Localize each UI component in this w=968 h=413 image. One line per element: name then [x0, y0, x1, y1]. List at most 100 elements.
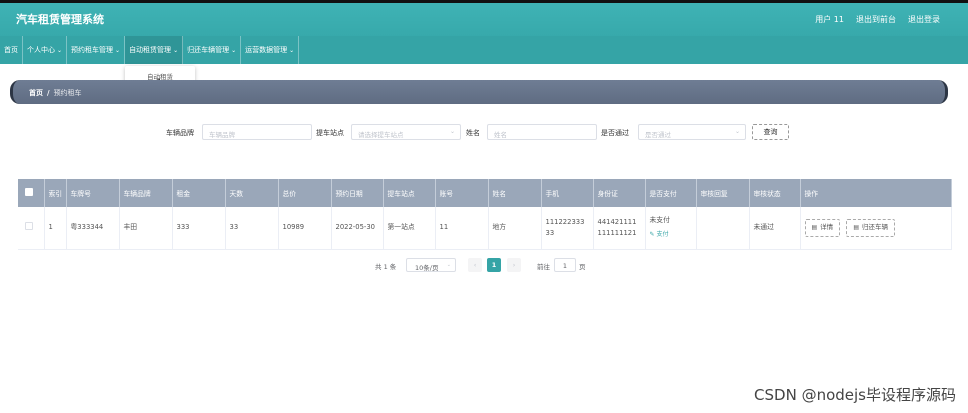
chevron-left-icon: ‹ — [473, 261, 477, 269]
name-placeholder: 姓名 — [494, 131, 507, 139]
column-header: 索引 — [44, 179, 67, 207]
cell-plate: 粤333344 — [66, 207, 120, 250]
approved-label: 是否通过 — [601, 129, 629, 137]
cell-paid: 未支付 ✎ 支付 — [645, 207, 697, 250]
cell-date: 2022-05-30 — [331, 207, 384, 250]
return-car-button[interactable]: ▤ 归还车辆 — [846, 218, 896, 237]
detail-button-label: 详情 — [820, 223, 834, 232]
column-header: 车牌号 — [66, 179, 120, 207]
logout-link[interactable]: 退出登录 — [908, 14, 940, 25]
chevron-down-icon: ⌄ — [173, 46, 179, 54]
page-size-select[interactable]: 10条/页 ⌄ — [406, 258, 456, 272]
row-select-cell — [18, 207, 45, 250]
name-input[interactable]: 姓名 — [487, 124, 597, 140]
breadcrumb-current: 预约租车 — [53, 89, 82, 97]
cell-id-card: 441421111 111111121 — [593, 207, 646, 250]
pagination-total: 共 1 条 — [375, 263, 397, 271]
nav-item-label: 个人中心 — [27, 46, 55, 54]
cell-brand: 丰田 — [119, 207, 173, 250]
page-suffix: 页 — [579, 263, 586, 271]
column-header: 姓名 — [488, 179, 542, 207]
prev-page-button[interactable]: ‹ — [468, 258, 482, 272]
row-checkbox[interactable] — [25, 221, 33, 230]
query-button[interactable]: 查询 — [752, 124, 789, 140]
breadcrumb-separator: / — [47, 89, 50, 97]
table-header-row: 索引 车牌号 车辆品牌 租金 天数 总价 预约日期 提车站点 账号 姓名 手机 … — [18, 179, 952, 207]
cell-actions: ▤ 详情 ▤ 归还车辆 — [800, 207, 952, 250]
pay-link[interactable]: ✎ 支付 — [650, 229, 696, 240]
nav-item-personal-center[interactable]: 个人中心 ⌄ — [23, 36, 68, 64]
select-all-checkbox[interactable] — [25, 188, 33, 196]
pay-link-label: 支付 — [656, 231, 669, 239]
cell-days: 33 — [225, 207, 279, 250]
approved-placeholder: 是否通过 — [645, 131, 671, 139]
station-label: 提车站点 — [316, 129, 344, 137]
phone-line-2: 33 — [545, 228, 555, 237]
column-header: 身份证 — [593, 179, 646, 207]
id-line-2: 111111121 — [597, 228, 637, 237]
column-header: 账号 — [435, 179, 489, 207]
column-header: 总价 — [278, 179, 332, 207]
chevron-down-icon: ⌄ — [289, 46, 295, 54]
nav-item-reservation[interactable]: 预约租车管理 ⌄ — [67, 36, 126, 64]
breadcrumb-home[interactable]: 首页 — [29, 89, 43, 97]
cell-station: 第一站点 — [383, 207, 436, 250]
brand-label: 车辆品牌 — [166, 129, 194, 137]
cell-total: 10989 — [278, 207, 332, 250]
cell-phone: 111222333 33 — [541, 207, 594, 250]
chevron-down-icon: ⌄ — [231, 46, 237, 54]
reservation-table: 索引 车牌号 车辆品牌 租金 天数 总价 预约日期 提车站点 账号 姓名 手机 … — [18, 179, 952, 250]
column-header: 审核回复 — [696, 179, 750, 207]
breadcrumb: 首页 / 预约租车 — [29, 88, 82, 98]
nav-item-auto-rental[interactable]: 自动租赁管理 ⌄ — [125, 36, 184, 64]
cell-reply — [696, 207, 750, 250]
chevron-down-icon: ⌄ — [449, 128, 455, 135]
column-header: 车辆品牌 — [119, 179, 173, 207]
nav-item-label: 预约租车管理 — [71, 46, 114, 54]
next-page-button[interactable]: › — [507, 258, 521, 272]
nav-item-home[interactable]: 首页 — [0, 36, 23, 64]
station-select[interactable]: 请选择提车站点 ⌄ — [351, 124, 461, 140]
phone-line-1: 111222333 — [545, 217, 585, 226]
nav-item-label: 运营数据管理 — [245, 46, 288, 54]
nav-item-label: 自动租赁管理 — [129, 46, 172, 54]
id-line-1: 441421111 — [597, 217, 637, 226]
main-nav: 首页 个人中心 ⌄ 预约租车管理 ⌄ 自动租赁管理 ⌄ 归还车辆管理 ⌄ 运营数据管理 ⌄ — [0, 36, 968, 64]
select-all-cell — [18, 179, 45, 207]
nav-item-operations[interactable]: 运营数据管理 ⌄ — [241, 36, 300, 64]
query-button-label: 查询 — [763, 128, 778, 136]
nav-item-label: 首页 — [4, 46, 18, 54]
top-header: 汽车租赁管理系统 用户 11 退出到前台 退出登录 — [0, 0, 968, 36]
cell-name: 地方 — [488, 207, 542, 250]
chevron-down-icon: ⌄ — [115, 46, 121, 54]
column-header: 预约日期 — [331, 179, 384, 207]
goto-page-input[interactable]: 1 — [554, 258, 576, 272]
chevron-down-icon: ⌄ — [734, 128, 740, 135]
brand-input[interactable]: 车辆品牌 — [202, 124, 312, 140]
search-form: 车辆品牌 车辆品牌 提车站点 请选择提车站点 ⌄ 姓名 姓名 是否通过 是否通过 ⌄ — [0, 124, 968, 140]
brand-placeholder: 车辆品牌 — [209, 131, 235, 139]
chevron-right-icon: › — [512, 261, 516, 269]
chevron-down-icon: ⌄ — [446, 262, 451, 268]
column-header: 操作 — [800, 179, 952, 207]
goto-label: 前往 — [537, 263, 550, 271]
current-user: 用户 11 — [815, 15, 844, 24]
chevron-down-icon: ⌄ — [57, 46, 63, 54]
return-button-label: 归还车辆 — [862, 223, 889, 232]
column-header: 提车站点 — [383, 179, 436, 207]
cell-account: 11 — [435, 207, 489, 250]
approved-select[interactable]: 是否通过 ⌄ — [638, 124, 746, 140]
page-size-value: 10条/页 — [415, 264, 439, 272]
watermark: CSDN @nodejs毕设程序源码 — [754, 386, 956, 404]
table-row: 1 粤333344 丰田 333 33 10989 2022-05-30 第一站… — [18, 207, 952, 250]
cell-rent: 333 — [172, 207, 226, 250]
page-number-button[interactable]: 1 — [487, 258, 501, 272]
detail-button[interactable]: ▤ 详情 — [804, 218, 841, 237]
back-to-front-link[interactable]: 退出到前台 — [856, 14, 896, 25]
column-header: 是否支付 — [645, 179, 697, 207]
name-label: 姓名 — [466, 129, 480, 137]
nav-item-return[interactable]: 归还车辆管理 ⌄ — [183, 36, 242, 64]
app-title: 汽车租赁管理系统 — [16, 13, 104, 26]
document-icon: ▤ — [811, 224, 818, 232]
cell-index: 1 — [44, 207, 67, 250]
